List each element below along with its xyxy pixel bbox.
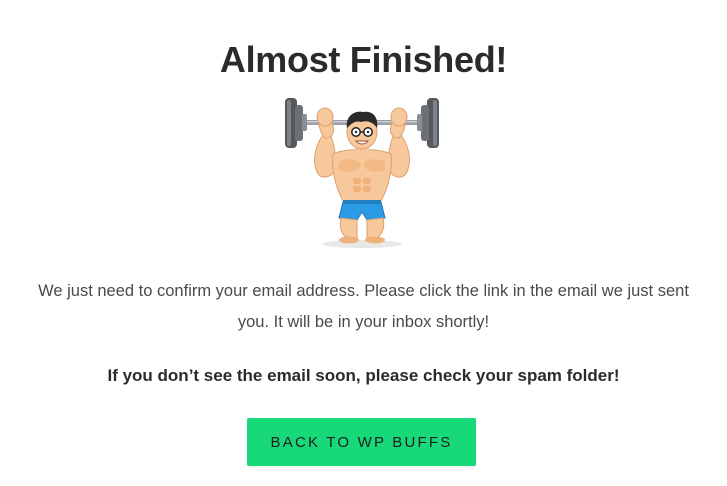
confirmation-page: Almost Finished! We just need to confirm…: [0, 0, 727, 486]
spam-folder-note: If you don’t see the email soon, please …: [107, 366, 620, 385]
confirmation-message: We just need to confirm your email addre…: [38, 282, 689, 331]
back-to-wp-buffs-button[interactable]: BACK TO WP BUFFS: [247, 418, 476, 466]
page-title: Almost Finished!: [219, 39, 508, 80]
weightlifter-illustration-icon: [281, 92, 443, 250]
